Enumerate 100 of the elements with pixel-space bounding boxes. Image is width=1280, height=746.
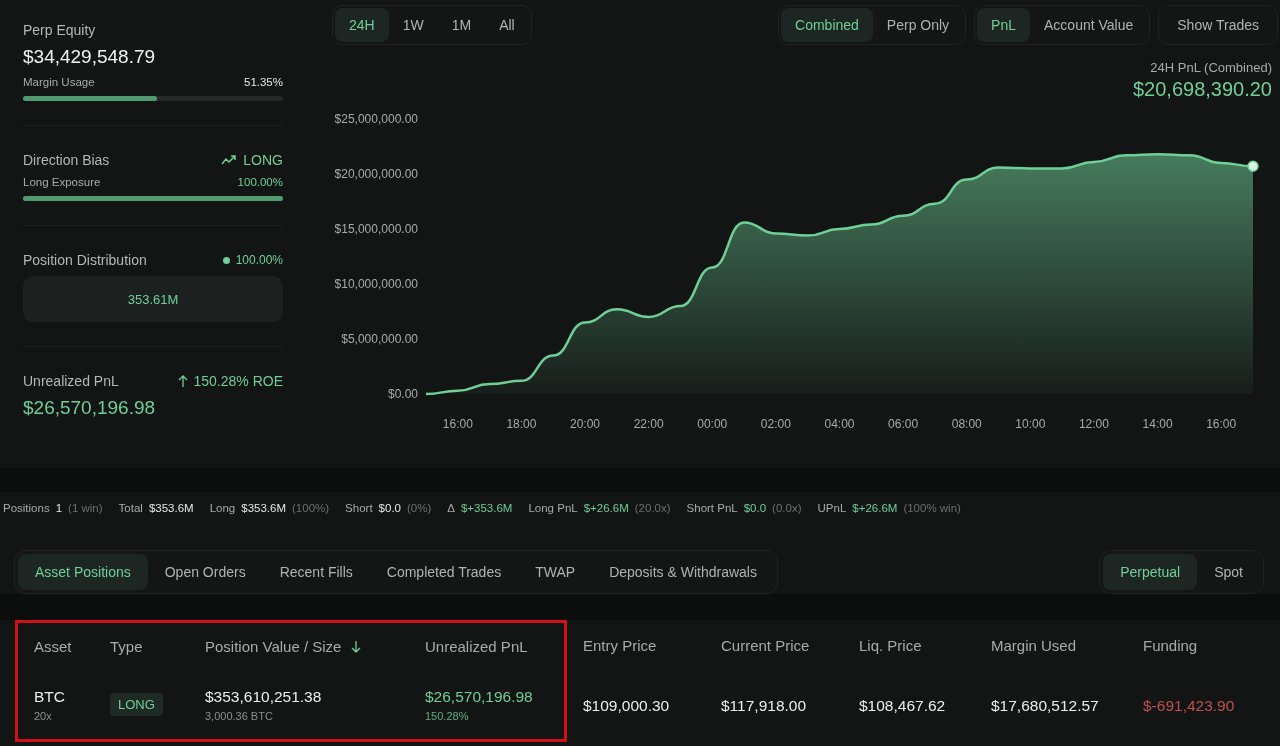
x-tick-label: 20:00 bbox=[570, 417, 601, 431]
x-tick-label: 10:00 bbox=[1015, 417, 1046, 431]
stat-value: $0.0 bbox=[378, 502, 401, 514]
stat-value: $+353.6M bbox=[460, 502, 513, 514]
sort-down-icon bbox=[351, 640, 362, 653]
column-header[interactable]: Position Value / Size bbox=[189, 620, 409, 670]
x-tick-label: 14:00 bbox=[1142, 417, 1173, 431]
x-tick-label: 16:00 bbox=[442, 417, 473, 431]
column-header[interactable]: Unrealized PnL bbox=[409, 620, 567, 670]
section-label: Unrealized PnL bbox=[23, 373, 119, 389]
x-tick-label: 08:00 bbox=[951, 417, 982, 431]
cell-value: $109,000.30 bbox=[583, 697, 670, 715]
equity-value: $34,429,548.79 bbox=[23, 46, 157, 68]
section-tab[interactable]: Recent Fills bbox=[262, 554, 370, 590]
stat-label: Positions bbox=[3, 502, 50, 514]
market-tab[interactable]: Spot bbox=[1197, 554, 1260, 590]
stat-label: Δ bbox=[447, 502, 455, 514]
stat-note: (100%) bbox=[292, 502, 330, 514]
stat-note: (0.0x) bbox=[772, 502, 802, 514]
column-header[interactable]: Liq. Price bbox=[843, 620, 975, 670]
stat-note: (0%) bbox=[407, 502, 432, 514]
column-header[interactable]: Funding bbox=[1127, 620, 1280, 670]
section-tab[interactable]: Completed Trades bbox=[369, 554, 519, 590]
column-header[interactable]: Entry Price bbox=[567, 620, 705, 670]
roe-value: 150.28% ROE bbox=[193, 373, 283, 389]
cell-subtext: 3,000.36 BTC bbox=[205, 709, 273, 722]
x-tick-label: 06:00 bbox=[888, 417, 919, 431]
column-header[interactable]: Current Price bbox=[705, 620, 843, 670]
stat-value: 1 bbox=[55, 502, 63, 514]
section-tab[interactable]: Deposits & Withdrawals bbox=[592, 554, 774, 590]
stat-label: Long bbox=[209, 502, 236, 514]
column-header[interactable]: Margin Used bbox=[975, 620, 1127, 670]
stat-label: Short PnL bbox=[686, 502, 738, 514]
distribution-bar: 353.61M bbox=[23, 276, 283, 322]
y-tick-label: $5,000,000.00 bbox=[341, 332, 418, 346]
range-tab[interactable]: 24H bbox=[335, 8, 389, 42]
x-tick-label: 16:00 bbox=[1206, 417, 1237, 431]
mode-tab[interactable]: Combined bbox=[781, 8, 873, 42]
stat-value: $+26.6M bbox=[852, 502, 898, 514]
x-tick-label: 12:00 bbox=[1078, 417, 1109, 431]
show-trades-button[interactable]: Show Trades bbox=[1158, 5, 1278, 45]
cell-value: BTC bbox=[34, 687, 65, 706]
meter-label: Margin Usage bbox=[23, 76, 95, 88]
section-tab[interactable]: Open Orders bbox=[147, 554, 263, 590]
y-tick-label: $10,000,000.00 bbox=[334, 277, 418, 291]
cell-subtext: 150.28% bbox=[425, 709, 469, 722]
cell-value: $26,570,196.98 bbox=[425, 687, 533, 706]
x-tick-label: 18:00 bbox=[506, 417, 537, 431]
pnl-value: $26,570,196.98 bbox=[23, 397, 157, 419]
stat-note: (20.0x) bbox=[634, 502, 671, 514]
range-tab[interactable]: 1W bbox=[388, 8, 438, 42]
cell-subtext: 20x bbox=[34, 709, 52, 722]
cell-value: $-691,423.90 bbox=[1143, 697, 1235, 715]
y-tick-label: $0.00 bbox=[387, 387, 418, 401]
stat-note: (100% win) bbox=[903, 502, 961, 514]
range-tab[interactable]: All bbox=[485, 8, 529, 42]
cell-value: $17,680,512.57 bbox=[991, 697, 1099, 715]
metric-tab[interactable]: Account Value bbox=[1030, 8, 1148, 42]
stat-value: $353.6M bbox=[241, 502, 286, 514]
arrow-up-icon bbox=[177, 375, 188, 387]
y-tick-label: $20,000,000.00 bbox=[334, 167, 418, 181]
x-tick-label: 04:00 bbox=[824, 417, 855, 431]
share-value: 100.00% bbox=[235, 253, 283, 267]
section-label: Direction Bias bbox=[23, 152, 110, 168]
trend-up-icon bbox=[221, 155, 238, 165]
direction-value: LONG bbox=[243, 152, 283, 168]
stat-note: (1 win) bbox=[68, 502, 103, 514]
type-badge: LONG bbox=[110, 693, 163, 716]
cell-value: $117,918.00 bbox=[721, 697, 807, 715]
meter-value: 51.35% bbox=[244, 76, 283, 88]
market-tab[interactable]: Perpetual bbox=[1103, 554, 1198, 590]
meter-label: Long Exposure bbox=[23, 176, 101, 188]
stat-value: $+26.6M bbox=[583, 502, 629, 514]
stat-value: $353.6M bbox=[148, 502, 194, 514]
stat-label: UPnL bbox=[817, 502, 847, 514]
section-tab[interactable]: TWAP bbox=[518, 554, 593, 590]
section-label: Perp Equity bbox=[23, 22, 97, 38]
stat-value: $0.0 bbox=[743, 502, 767, 514]
x-tick-label: 02:00 bbox=[760, 417, 791, 431]
stat-label: Total bbox=[118, 502, 143, 514]
chart-total: $20,698,390.20 bbox=[1132, 78, 1272, 101]
meter-value: 100.00% bbox=[237, 176, 283, 188]
x-tick-label: 22:00 bbox=[633, 417, 664, 431]
range-tab[interactable]: 1M bbox=[437, 8, 486, 42]
section-label: Position Distribution bbox=[23, 252, 147, 268]
stat-label: Short bbox=[345, 502, 373, 514]
section-tab[interactable]: Asset Positions bbox=[18, 554, 148, 590]
metric-tab[interactable]: PnL bbox=[977, 8, 1031, 42]
cell-value: $353,610,251.38 bbox=[205, 687, 322, 706]
y-tick-label: $25,000,000.00 bbox=[334, 112, 418, 126]
stat-label: Long PnL bbox=[528, 502, 578, 514]
x-tick-label: 00:00 bbox=[697, 417, 728, 431]
cell-value: $108,467.62 bbox=[859, 697, 946, 715]
status-dot bbox=[222, 256, 230, 264]
chart-label: 24H PnL (Combined) bbox=[1150, 60, 1272, 75]
y-tick-label: $15,000,000.00 bbox=[334, 222, 418, 236]
mode-tab[interactable]: Perp Only bbox=[872, 8, 964, 42]
column-header[interactable]: Asset bbox=[15, 620, 94, 670]
column-header[interactable]: Type bbox=[94, 620, 189, 670]
chart-point bbox=[1247, 160, 1259, 173]
